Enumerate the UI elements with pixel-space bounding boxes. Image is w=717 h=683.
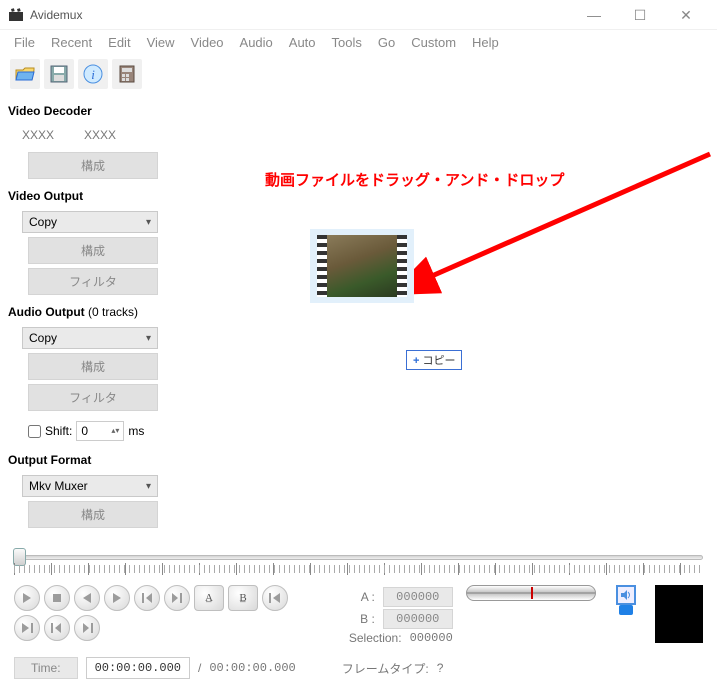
- format-configure-button[interactable]: 構成: [28, 501, 158, 528]
- frametype-label: フレームタイプ:: [342, 660, 429, 677]
- audio-output-label: Audio Output (0 tracks): [6, 299, 174, 323]
- prev-keyframe-button[interactable]: [134, 585, 160, 611]
- menu-edit[interactable]: Edit: [102, 33, 136, 52]
- shift-checkbox[interactable]: [28, 425, 41, 438]
- maximize-button[interactable]: ☐: [617, 0, 663, 30]
- speaker-icon: [620, 589, 632, 601]
- goto-end-button[interactable]: [14, 615, 40, 641]
- annotation-arrow: [180, 94, 717, 394]
- sel-label: Selection:: [349, 631, 402, 645]
- copy-badge: コピー: [406, 350, 462, 370]
- calculator-button[interactable]: [112, 59, 142, 89]
- decoder-configure-button[interactable]: 構成: [28, 152, 158, 179]
- sel-a-value: 000000: [383, 587, 453, 607]
- time-total: 00:00:00.000: [209, 661, 295, 675]
- selection-panel: A : 000000 B : 000000 Selection: 000000: [328, 585, 453, 647]
- video-configure-button[interactable]: 構成: [28, 237, 158, 264]
- menu-recent[interactable]: Recent: [45, 33, 98, 52]
- menu-file[interactable]: File: [8, 33, 41, 52]
- toolbar: i: [0, 54, 717, 94]
- decoder-b: XXXX: [84, 128, 116, 142]
- video-output-select[interactable]: Copy: [22, 211, 158, 233]
- video-decoder-label: Video Decoder: [6, 98, 174, 122]
- set-marker-b-button[interactable]: B̲: [228, 585, 258, 611]
- output-format-select[interactable]: Mkv Muxer: [22, 475, 158, 497]
- next-frame-button[interactable]: [104, 585, 130, 611]
- audio-preview-box: [655, 585, 703, 643]
- timeline-slider[interactable]: [14, 555, 703, 579]
- play-button[interactable]: [14, 585, 40, 611]
- shift-label: Shift:: [45, 424, 72, 438]
- preview-area[interactable]: 動画ファイルをドラッグ・アンド・ドロップ コピー: [180, 94, 717, 549]
- audio-filter-button[interactable]: フィルタ: [28, 384, 158, 411]
- goto-start-button[interactable]: [262, 585, 288, 611]
- volume-button[interactable]: [616, 585, 636, 605]
- shift-unit: ms: [128, 424, 144, 438]
- drop-target[interactable]: [310, 229, 414, 303]
- app-icon: [8, 7, 24, 23]
- shift-spinbox[interactable]: 0: [76, 421, 124, 441]
- next-keyframe-button[interactable]: [164, 585, 190, 611]
- time-current[interactable]: 00:00:00.000: [86, 657, 190, 679]
- minimize-button[interactable]: —: [571, 0, 617, 30]
- save-button[interactable]: [44, 59, 74, 89]
- jog-wheel[interactable]: [466, 585, 596, 601]
- audio-configure-button[interactable]: 構成: [28, 353, 158, 380]
- video-output-label: Video Output: [6, 183, 174, 207]
- sel-value: 000000: [410, 631, 453, 645]
- output-format-label: Output Format: [6, 447, 174, 471]
- time-sep: /: [198, 661, 201, 675]
- goto-marker-a-button[interactable]: [44, 615, 70, 641]
- menu-view[interactable]: View: [141, 33, 181, 52]
- close-button[interactable]: ✕: [663, 0, 709, 30]
- menu-tools[interactable]: Tools: [326, 33, 368, 52]
- goto-marker-b-button[interactable]: [74, 615, 100, 641]
- menu-auto[interactable]: Auto: [283, 33, 322, 52]
- menu-audio[interactable]: Audio: [234, 33, 279, 52]
- video-thumbnail-icon: [317, 235, 407, 297]
- volume-handle[interactable]: [619, 605, 633, 615]
- svg-text:i: i: [91, 67, 95, 82]
- audio-output-select[interactable]: Copy: [22, 327, 158, 349]
- sel-a-label: A :: [361, 590, 375, 604]
- frametype-value: ?: [437, 661, 444, 675]
- stop-button[interactable]: [44, 585, 70, 611]
- prev-frame-button[interactable]: [74, 585, 100, 611]
- playback-controls: A̲ B̲: [14, 585, 316, 641]
- decoder-a: XXXX: [22, 128, 54, 142]
- status-bar: Time: 00:00:00.000 / 00:00:00.000 フレームタイ…: [0, 653, 717, 683]
- sel-b-label: B :: [360, 612, 375, 626]
- menu-video[interactable]: Video: [185, 33, 230, 52]
- info-button[interactable]: i: [78, 59, 108, 89]
- sidebar: Video Decoder XXXX XXXX 構成 Video Output …: [0, 94, 180, 549]
- video-filter-button[interactable]: フィルタ: [28, 268, 158, 295]
- time-label: Time:: [14, 657, 78, 679]
- menu-custom[interactable]: Custom: [405, 33, 462, 52]
- sel-b-value: 000000: [383, 609, 453, 629]
- menubar: File Recent Edit View Video Audio Auto T…: [0, 30, 717, 54]
- set-marker-a-button[interactable]: A̲: [194, 585, 224, 611]
- menu-go[interactable]: Go: [372, 33, 401, 52]
- open-file-button[interactable]: [10, 59, 40, 89]
- menu-help[interactable]: Help: [466, 33, 505, 52]
- window-title: Avidemux: [30, 8, 82, 22]
- annotation-text: 動画ファイルをドラッグ・アンド・ドロップ: [265, 169, 564, 190]
